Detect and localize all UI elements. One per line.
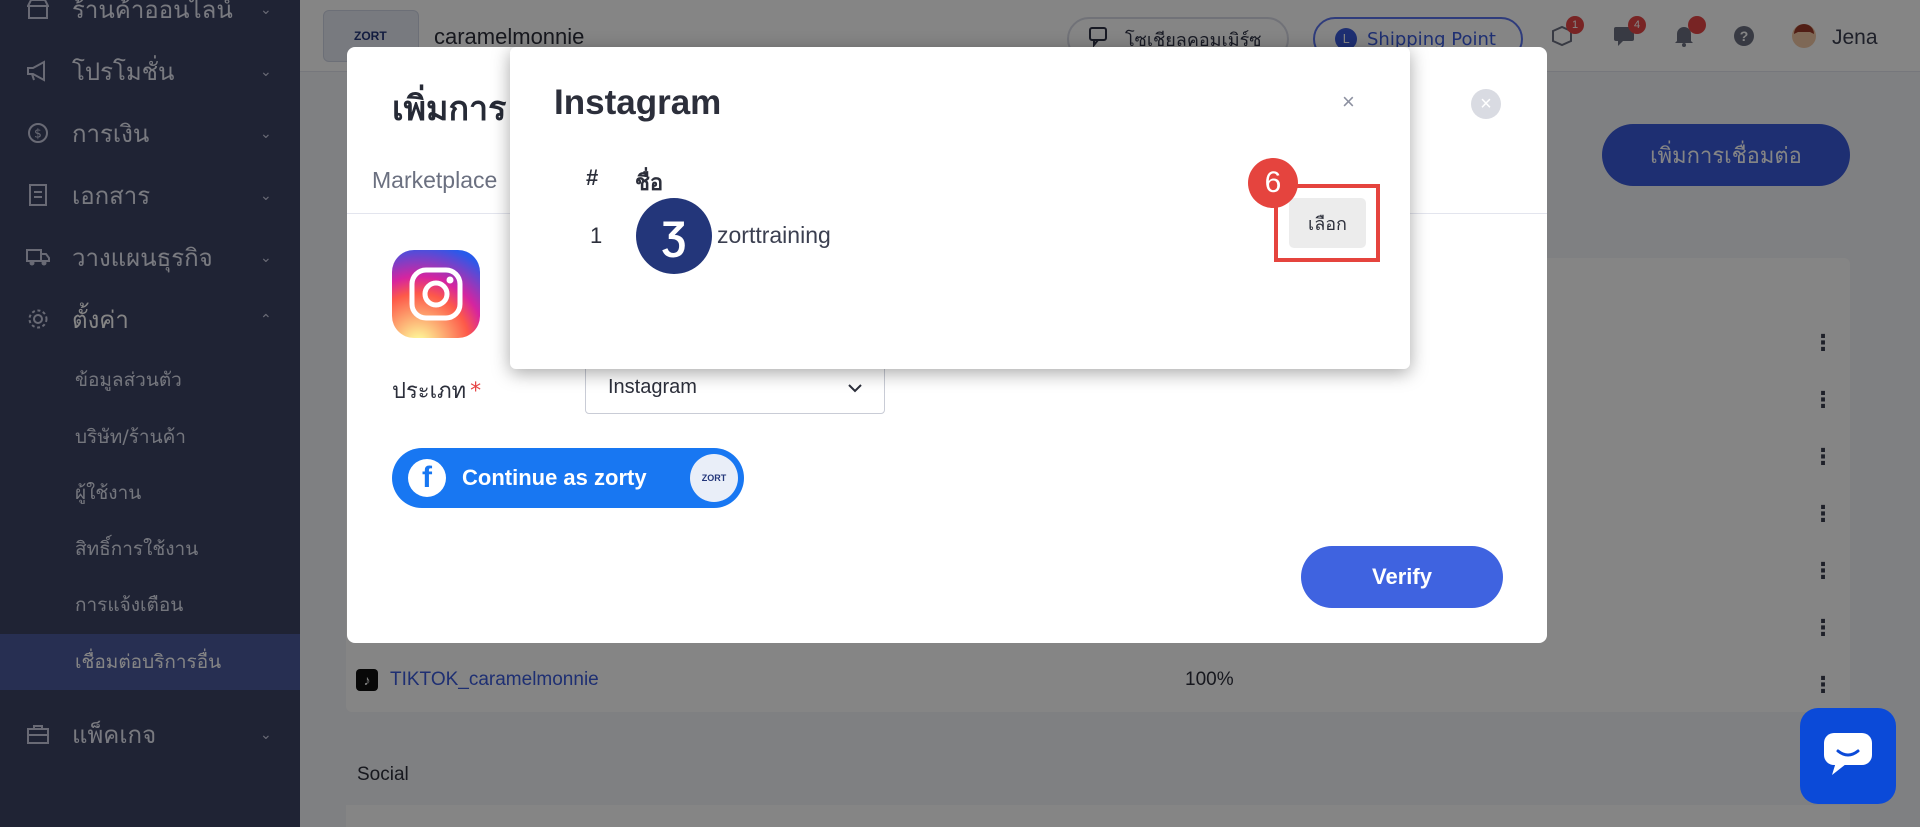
row-number: 1 <box>590 223 603 248</box>
required-mark: * <box>470 379 482 404</box>
close-icon[interactable]: × <box>1471 89 1501 119</box>
facebook-profile-avatar: ZORT <box>690 454 738 502</box>
tutorial-step-badge: 6 <box>1248 158 1298 208</box>
chevron-down-icon <box>848 376 862 399</box>
type-label-text: ประเภท <box>392 379 467 404</box>
facebook-icon: f <box>408 459 446 497</box>
facebook-continue-label: Continue as zorty <box>462 465 647 490</box>
instagram-modal-title: Instagram <box>554 83 722 122</box>
chat-widget-button[interactable] <box>1800 708 1896 804</box>
account-name: zorttraining <box>717 222 831 248</box>
facebook-avatar-text: ZORT <box>701 473 727 483</box>
type-label: ประเภท * <box>392 373 481 408</box>
type-select-value: Instagram <box>608 375 697 398</box>
column-header-name: ชื่อ <box>635 171 664 196</box>
close-icon[interactable]: × <box>1342 89 1355 115</box>
facebook-continue-button[interactable]: f Continue as zorty ZORT <box>392 448 744 508</box>
verify-button[interactable]: Verify <box>1301 546 1503 608</box>
account-avatar: Ʒ <box>636 198 712 274</box>
account-avatar-letter: Ʒ <box>661 213 687 258</box>
column-header-number: # <box>586 165 599 190</box>
instagram-logo-icon <box>392 250 480 338</box>
modal-title: เพิ่มการ <box>392 89 507 129</box>
tab-marketplace[interactable]: Marketplace <box>372 167 497 194</box>
chat-bubble-icon <box>1822 731 1874 782</box>
